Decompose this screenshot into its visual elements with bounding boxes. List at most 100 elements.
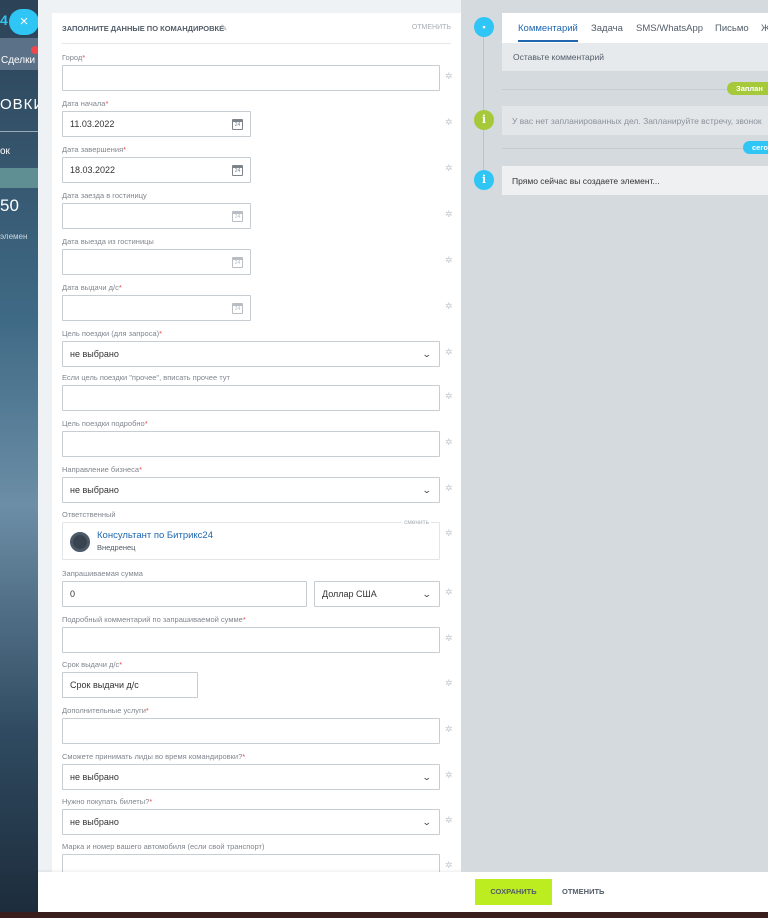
form-header: ЗАПОЛНИТЕ ДАННЫЕ ПО КОМАНДИРОВКЕ ✎ ОТМЕН… bbox=[62, 13, 451, 44]
field-label: Ответственный bbox=[62, 510, 461, 519]
responsible-name[interactable]: Консультант по Битрикс24 bbox=[97, 530, 213, 541]
field-label: Запрашиваемая сумма bbox=[62, 569, 461, 578]
date-input[interactable]: 24 bbox=[62, 249, 251, 275]
chevron-down-icon: ⌄ bbox=[422, 772, 433, 782]
select-dropdown[interactable]: не выбрано ⌄ bbox=[62, 477, 440, 503]
comment-input[interactable]: Оставьте комментарий bbox=[513, 52, 604, 62]
tab-email[interactable]: Письмо bbox=[715, 23, 749, 34]
field-label: Подробный комментарий по запрашиваемой с… bbox=[62, 615, 461, 624]
calendar-icon[interactable]: 24 bbox=[232, 303, 243, 314]
date-input[interactable]: 11.03.2022 24 bbox=[62, 111, 251, 137]
comment-icon: ▪ bbox=[474, 17, 494, 37]
form-card: ЗАПОЛНИТЕ ДАННЫЕ ПО КОМАНДИРОВКЕ ✎ ОТМЕН… bbox=[52, 13, 461, 872]
planned-divider bbox=[502, 89, 727, 90]
field-label-text: Запрашиваемая сумма bbox=[62, 569, 143, 578]
tab-task[interactable]: Задача bbox=[591, 23, 623, 34]
form-field: Дата заезда в гостиницу 24 ✲ bbox=[62, 191, 461, 229]
gear-icon[interactable]: ✲ bbox=[445, 484, 454, 493]
field-label-text: Дата начала bbox=[62, 99, 106, 108]
select-dropdown[interactable]: не выбрано ⌄ bbox=[62, 341, 440, 367]
gear-icon[interactable]: ✲ bbox=[445, 118, 454, 127]
form-field: Дата завершения* 18.03.2022 24 ✲ bbox=[62, 145, 461, 183]
tab-comment[interactable]: Комментарий bbox=[518, 23, 578, 34]
background-subtext: ок bbox=[0, 146, 10, 157]
gear-icon[interactable]: ✲ bbox=[445, 529, 454, 538]
select-dropdown[interactable]: не выбрано ⌄ bbox=[62, 764, 440, 790]
field-value: 18.03.2022 bbox=[70, 165, 116, 175]
required-mark: * bbox=[139, 465, 143, 474]
required-mark: * bbox=[82, 53, 86, 62]
cancel-button[interactable]: ОТМЕНИТЬ bbox=[562, 879, 604, 905]
gear-icon[interactable]: ✲ bbox=[445, 634, 454, 643]
text-input[interactable] bbox=[62, 627, 440, 653]
text-input[interactable] bbox=[62, 431, 440, 457]
deals-label: Сделки bbox=[1, 55, 36, 66]
notification-dot bbox=[31, 46, 38, 54]
form-field: Дополнительные услуги* ✲ bbox=[62, 706, 461, 744]
field-label: Если цель поездки "прочее", вписать проч… bbox=[62, 373, 461, 382]
field-value: не выбрано bbox=[70, 485, 119, 495]
form-title: ЗАПОЛНИТЕ ДАННЫЕ ПО КОМАНДИРОВКЕ bbox=[62, 24, 225, 33]
text-input[interactable]: Срок выдачи д/с bbox=[62, 672, 198, 698]
chevron-down-icon: ⌄ bbox=[422, 349, 433, 359]
required-mark: * bbox=[242, 752, 246, 761]
gear-icon[interactable]: ✲ bbox=[445, 164, 454, 173]
field-label-text: Срок выдачи д/с bbox=[62, 660, 120, 669]
gear-icon[interactable]: ✲ bbox=[445, 861, 454, 870]
text-input[interactable] bbox=[62, 854, 440, 872]
field-label-text: Дополнительные услуги bbox=[62, 706, 146, 715]
gear-icon[interactable]: ✲ bbox=[445, 438, 454, 447]
calendar-icon[interactable]: 24 bbox=[232, 165, 243, 176]
background-elements-text: элемен bbox=[0, 232, 28, 241]
field-label: Дата завершения* bbox=[62, 145, 461, 154]
info-icon: i bbox=[474, 110, 494, 130]
form-field: Цель поездки (для запроса)* не выбрано ⌄ ✲ bbox=[62, 329, 461, 367]
gear-icon[interactable]: ✲ bbox=[445, 392, 454, 401]
select-dropdown[interactable]: не выбрано ⌄ bbox=[62, 809, 440, 835]
text-input[interactable] bbox=[62, 65, 440, 91]
date-input[interactable]: 24 bbox=[62, 203, 251, 229]
deals-menu-item[interactable]: Сделки bbox=[0, 38, 38, 70]
calendar-icon[interactable]: 24 bbox=[232, 119, 243, 130]
responsible-selector[interactable]: Консультант по Битрикс24 Внедренец сменить bbox=[62, 519, 440, 560]
currency-select[interactable]: Доллар США ⌄ bbox=[314, 581, 440, 607]
change-responsible-link[interactable]: сменить bbox=[402, 519, 431, 526]
amount-input[interactable]: 0 bbox=[62, 581, 307, 607]
tab-more[interactable]: Ж bbox=[761, 23, 768, 34]
gear-icon[interactable]: ✲ bbox=[445, 302, 454, 311]
form-field: Если цель поездки "прочее", вписать проч… bbox=[62, 373, 461, 411]
gear-icon[interactable]: ✲ bbox=[445, 210, 454, 219]
gear-icon[interactable]: ✲ bbox=[445, 348, 454, 357]
calendar-icon[interactable]: 24 bbox=[232, 257, 243, 268]
gear-icon[interactable]: ✲ bbox=[445, 256, 454, 265]
text-input[interactable] bbox=[62, 385, 440, 411]
save-button[interactable]: СОХРАНИТЬ bbox=[475, 879, 552, 905]
chevron-down-icon: ⌄ bbox=[422, 817, 433, 827]
tab-sms-whatsapp[interactable]: SMS/WhatsApp bbox=[636, 23, 703, 34]
timeline-line bbox=[483, 26, 484, 184]
gear-icon[interactable]: ✲ bbox=[445, 725, 454, 734]
required-mark: * bbox=[118, 283, 122, 292]
gear-icon[interactable]: ✲ bbox=[445, 816, 454, 825]
close-slider-button[interactable]: × bbox=[9, 9, 38, 35]
gear-icon[interactable]: ✲ bbox=[445, 72, 454, 81]
header-cancel-link[interactable]: ОТМЕНИТЬ bbox=[412, 24, 451, 31]
text-input[interactable] bbox=[62, 718, 440, 744]
pencil-icon[interactable]: ✎ bbox=[220, 23, 228, 34]
today-badge: сего bbox=[743, 141, 768, 154]
activity-editor: Комментарий Задача SMS/WhatsApp Письмо Ж… bbox=[502, 13, 768, 71]
field-label: Дата выдачи д/с* bbox=[62, 283, 461, 292]
planned-text: У вас нет запланированных дел. Запланиру… bbox=[512, 116, 762, 126]
form-field: Дата начала* 11.03.2022 24 ✲ bbox=[62, 99, 461, 137]
form-field: Дата выезда из гостиницы 24 ✲ bbox=[62, 237, 461, 275]
date-input[interactable]: 24 bbox=[62, 295, 251, 321]
gear-icon[interactable]: ✲ bbox=[445, 588, 454, 597]
gear-icon[interactable]: ✲ bbox=[445, 679, 454, 688]
activity-tabs: Комментарий Задача SMS/WhatsApp Письмо Ж bbox=[502, 13, 768, 43]
field-label-text: Подробный комментарий по запрашиваемой с… bbox=[62, 615, 243, 624]
calendar-icon[interactable]: 24 bbox=[232, 211, 243, 222]
required-mark: * bbox=[242, 615, 246, 624]
date-input[interactable]: 18.03.2022 24 bbox=[62, 157, 251, 183]
field-label-text: Цель поездки подробно bbox=[62, 419, 145, 428]
gear-icon[interactable]: ✲ bbox=[445, 771, 454, 780]
